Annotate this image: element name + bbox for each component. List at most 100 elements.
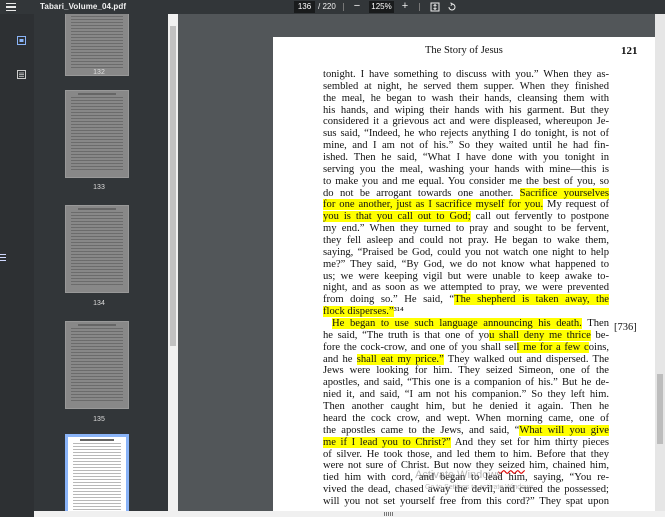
text-span: the meal, he began to wash their hands, … bbox=[323, 92, 609, 104]
document-viewport: The Story of Jesus 121 tonight. I have s… bbox=[178, 14, 665, 517]
text-line: do not be arrogant towards one another. … bbox=[323, 187, 609, 200]
text-span: Jews were looking for him. They seized S… bbox=[323, 365, 609, 377]
resize-grip[interactable] bbox=[0, 254, 6, 262]
page-thumbnail[interactable] bbox=[65, 14, 129, 76]
toolbar-divider bbox=[343, 3, 344, 11]
zoom-out-button[interactable]: − bbox=[352, 0, 362, 14]
page-thumbnail[interactable] bbox=[65, 321, 129, 409]
text-span: apostles, and said, “This one is a compa… bbox=[323, 377, 609, 389]
text-span: and he bbox=[323, 353, 357, 365]
page-thumbnail-active[interactable] bbox=[65, 434, 129, 517]
fit-page-icon[interactable] bbox=[430, 2, 440, 12]
text-span: his hands, and wiping their hands with h… bbox=[323, 104, 609, 116]
zoom-level-input[interactable]: 125% bbox=[369, 1, 394, 13]
text-span: mine, and I am not of his.” So they wait… bbox=[323, 140, 609, 152]
text-line: and he shall eat my price.” They walked … bbox=[323, 353, 609, 366]
text-span: from doing so.” He said, “ bbox=[323, 294, 455, 306]
text-line: my end.” When they turned to pray and so… bbox=[323, 223, 609, 235]
text-span: sembled at night, he served them supper.… bbox=[323, 80, 609, 92]
document-scrollbar[interactable] bbox=[655, 14, 665, 517]
text-line: considered it a grievous act and were di… bbox=[323, 116, 609, 128]
text-line: he said, “The truth is that one of you s… bbox=[323, 329, 609, 342]
thumbnail-scrollbar[interactable] bbox=[168, 14, 178, 517]
text-span: will you not set yourself free from this… bbox=[323, 495, 609, 507]
hamburger-menu-icon[interactable] bbox=[5, 1, 17, 13]
activation-watermark: Activate Windows bbox=[415, 469, 502, 481]
text-line: for one another, just as I sacrifice mys… bbox=[323, 199, 609, 211]
activation-watermark-subtext: Go to Settings to activate Windows. bbox=[425, 484, 536, 491]
text-line: will you not set yourself free from this… bbox=[323, 496, 609, 508]
highlighted-text: flock disperses.” bbox=[323, 306, 394, 318]
pdf-toolbar: Tabari_Volume_04.pdf 136 / 220 − 125% + bbox=[0, 0, 665, 14]
thumbnail-view-icon[interactable] bbox=[17, 36, 26, 45]
text-line: to make you and me equal. You consider m… bbox=[323, 176, 609, 188]
text-span: My request of bbox=[543, 199, 609, 211]
thumbnail-label: 133 bbox=[93, 184, 105, 191]
page-number-input[interactable]: 136 bbox=[294, 1, 315, 13]
margin-note: [736] bbox=[614, 322, 637, 333]
text-line: Then another caught him, but he denied i… bbox=[323, 401, 609, 413]
text-span: seized bbox=[498, 460, 525, 472]
text-span: us; we were keeping vigil but were unabl… bbox=[323, 270, 609, 282]
scrollbar-thumb[interactable] bbox=[170, 26, 176, 346]
text-line: they fell asleep and could not pray. He … bbox=[323, 235, 609, 247]
text-line: apostles, and said, “This one is a compa… bbox=[323, 377, 609, 389]
horizontal-scrollbar[interactable] bbox=[34, 511, 665, 517]
thumbnail-panel: 132 133 134 135 bbox=[34, 14, 168, 517]
highlighted-text: He began to use such language announcing… bbox=[332, 318, 582, 330]
text-span: they fell asleep and could not pray. He … bbox=[323, 235, 609, 247]
text-line: us; we were keeping vigil but were unabl… bbox=[323, 271, 609, 283]
zoom-in-button[interactable]: + bbox=[400, 0, 410, 14]
text-span: him, chained him, bbox=[524, 460, 609, 472]
text-span: the apostles came to the Jews, and said,… bbox=[323, 424, 520, 436]
file-name: Tabari_Volume_04.pdf bbox=[40, 2, 127, 11]
sidebar-rail bbox=[0, 14, 34, 517]
text-line: serving you the meal, washing your hands… bbox=[323, 164, 609, 176]
text-span: ³¹⁴ bbox=[393, 306, 404, 318]
text-span: my end.” When they turned to pray and so… bbox=[323, 223, 609, 235]
text-line: sus said, “Indeed, he who rejects anythi… bbox=[323, 128, 609, 140]
text-line: He began to use such language announcing… bbox=[323, 318, 609, 330]
highlighted-text: shall eat my price.” bbox=[356, 353, 444, 365]
text-span: call out fervently to postpone bbox=[470, 211, 609, 223]
toolbar-divider bbox=[419, 3, 420, 11]
text-span: considered it a grievous act and were di… bbox=[323, 116, 609, 128]
text-line: heard the cock crow, and wept. When morn… bbox=[323, 413, 609, 425]
page-thumbnail[interactable] bbox=[65, 205, 129, 293]
text-span: do not be arrogant towards one another. bbox=[323, 187, 520, 199]
page-number: 121 bbox=[621, 45, 638, 57]
text-line: Jews were looking for him. They seized S… bbox=[323, 365, 609, 377]
text-line: fore the cock-crow, and one of you shall… bbox=[323, 341, 610, 354]
text-line: you is that you call out to God; call ou… bbox=[323, 211, 609, 223]
highlighted-text: me if I lead you to Christ?” bbox=[323, 436, 451, 448]
text-line: of silver. He took those, and led them t… bbox=[323, 449, 609, 461]
running-header: The Story of Jesus bbox=[425, 45, 503, 56]
text-span: heard the cock crow, and wept. When morn… bbox=[323, 412, 609, 424]
text-span: saying, “Praised be God, could you not w… bbox=[323, 246, 609, 258]
scrollbar-thumb[interactable] bbox=[657, 374, 663, 444]
text-line: sembled at night, he served them supper.… bbox=[323, 81, 609, 93]
text-span: to make you and me equal. You consider m… bbox=[323, 175, 609, 187]
highlighted-text: Sacrifice yourselves bbox=[519, 187, 609, 199]
text-span: oins, bbox=[588, 341, 610, 353]
text-line: me if I lead you to Christ?” And they se… bbox=[323, 436, 609, 449]
text-span: ished. Then he said, “What I have done w… bbox=[323, 152, 609, 164]
text-line: me?” They said, “By God, we do not know … bbox=[323, 259, 609, 271]
document-outline-icon[interactable] bbox=[17, 70, 26, 79]
text-span: Then another caught him, but he denied i… bbox=[323, 401, 609, 413]
thumbnail-label: 132 bbox=[93, 69, 105, 76]
thumbnail-label: 134 bbox=[93, 300, 105, 307]
page-count: / 220 bbox=[318, 2, 336, 11]
highlighted-text: u shall deny me thrice bbox=[489, 329, 591, 341]
text-span: of silver. He took those, and led them t… bbox=[323, 448, 609, 460]
text-line: tonight. I have something to discuss wit… bbox=[323, 69, 609, 81]
text-span: Then bbox=[581, 318, 609, 330]
text-span: sus said, “Indeed, he who rejects anythi… bbox=[323, 128, 609, 140]
pdf-page: The Story of Jesus 121 tonight. I have s… bbox=[273, 37, 665, 517]
page-body-text: tonight. I have something to discuss wit… bbox=[323, 69, 610, 508]
scrollbar-grip[interactable] bbox=[384, 512, 394, 516]
rotate-icon[interactable] bbox=[447, 2, 457, 12]
text-line: flock disperses.”³¹⁴ bbox=[323, 306, 609, 318]
page-thumbnail[interactable] bbox=[65, 90, 129, 178]
text-span: night, and as soon as we attempted to pr… bbox=[323, 282, 609, 294]
